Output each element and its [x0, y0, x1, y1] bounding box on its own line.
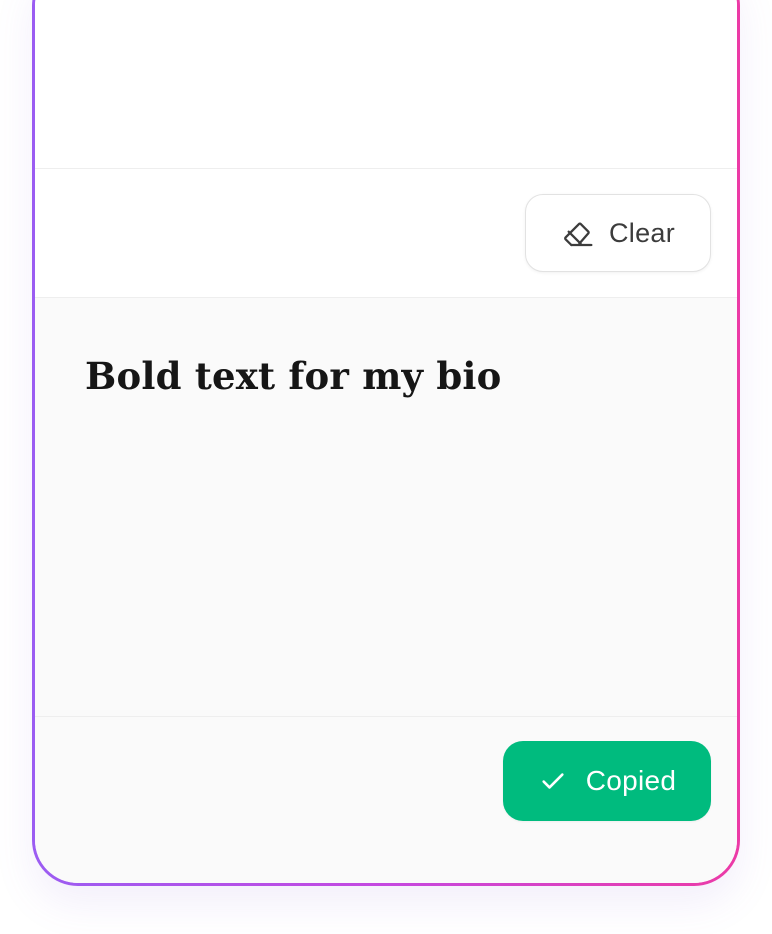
check-icon — [538, 766, 568, 796]
clear-button-label: Clear — [608, 217, 676, 248]
input-text-area[interactable] — [35, 0, 737, 169]
output-toolbar: Copied — [35, 717, 737, 883]
copy-button-label: Copied — [585, 765, 677, 796]
output-text-area: Bold text for my bio — [35, 298, 737, 717]
page: Clear Bold text for my bio Copied — [0, 0, 772, 934]
copy-button[interactable]: Copied — [503, 741, 711, 821]
output-text: Bold text for my bio — [85, 354, 502, 398]
clear-button[interactable]: Clear — [525, 194, 711, 272]
converter-card-frame: Clear Bold text for my bio Copied — [32, 0, 740, 886]
input-toolbar: Clear — [35, 169, 737, 298]
eraser-icon — [561, 216, 595, 250]
converter-card: Clear Bold text for my bio Copied — [35, 0, 737, 883]
